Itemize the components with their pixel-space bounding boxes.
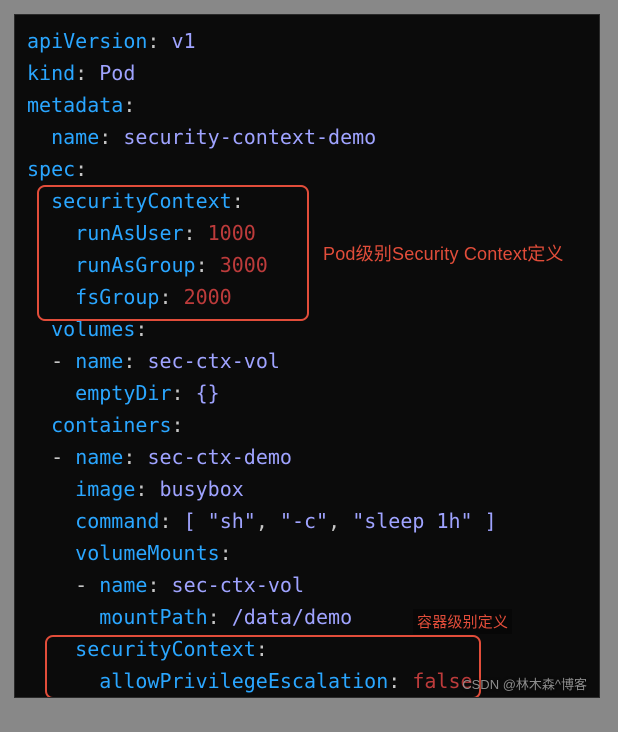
yaml-key: name [75, 445, 123, 469]
yaml-value: "sh" [208, 509, 256, 533]
yaml-key: spec [27, 157, 75, 181]
yaml-value: security-context-demo [123, 125, 376, 149]
yaml-key: allowPrivilegeEscalation [99, 669, 388, 693]
yaml-key: kind [27, 61, 75, 85]
yaml-key: emptyDir [75, 381, 171, 405]
yaml-value: sec-ctx-vol [172, 573, 304, 597]
yaml-value: /data/demo [232, 605, 352, 629]
yaml-value: 1000 [208, 221, 256, 245]
yaml-key: containers [51, 413, 171, 437]
yaml-key: name [99, 573, 147, 597]
yaml-value: "-c" [280, 509, 328, 533]
watermark-text: CSDN @林木森^博客 [462, 674, 587, 693]
yaml-key: metadata [27, 93, 123, 117]
yaml-code-block: apiVersion: v1 kind: Pod metadata: name:… [27, 25, 587, 697]
yaml-key: command [75, 509, 159, 533]
yaml-value: sec-ctx-vol [147, 349, 279, 373]
yaml-value: sec-ctx-demo [147, 445, 292, 469]
yaml-key: mountPath [99, 605, 207, 629]
yaml-key: apiVersion [27, 29, 147, 53]
code-editor-view: apiVersion: v1 kind: Pod metadata: name:… [14, 14, 600, 698]
yaml-key: name [75, 349, 123, 373]
yaml-value: "sleep 1h" [352, 509, 472, 533]
yaml-value: busybox [159, 477, 243, 501]
yaml-key: securityContext [75, 637, 256, 661]
yaml-key: volumeMounts [75, 541, 220, 565]
yaml-key: name [51, 125, 99, 149]
yaml-value: v1 [172, 29, 196, 53]
yaml-key: image [75, 477, 135, 501]
yaml-value: 2000 [184, 285, 232, 309]
yaml-key: volumes [51, 317, 135, 341]
yaml-value: Pod [99, 61, 135, 85]
yaml-key: fsGroup [75, 285, 159, 309]
yaml-key: runAsUser [75, 221, 183, 245]
yaml-value: 3000 [220, 253, 268, 277]
yaml-key: runAsGroup [75, 253, 195, 277]
yaml-key: securityContext [51, 189, 232, 213]
